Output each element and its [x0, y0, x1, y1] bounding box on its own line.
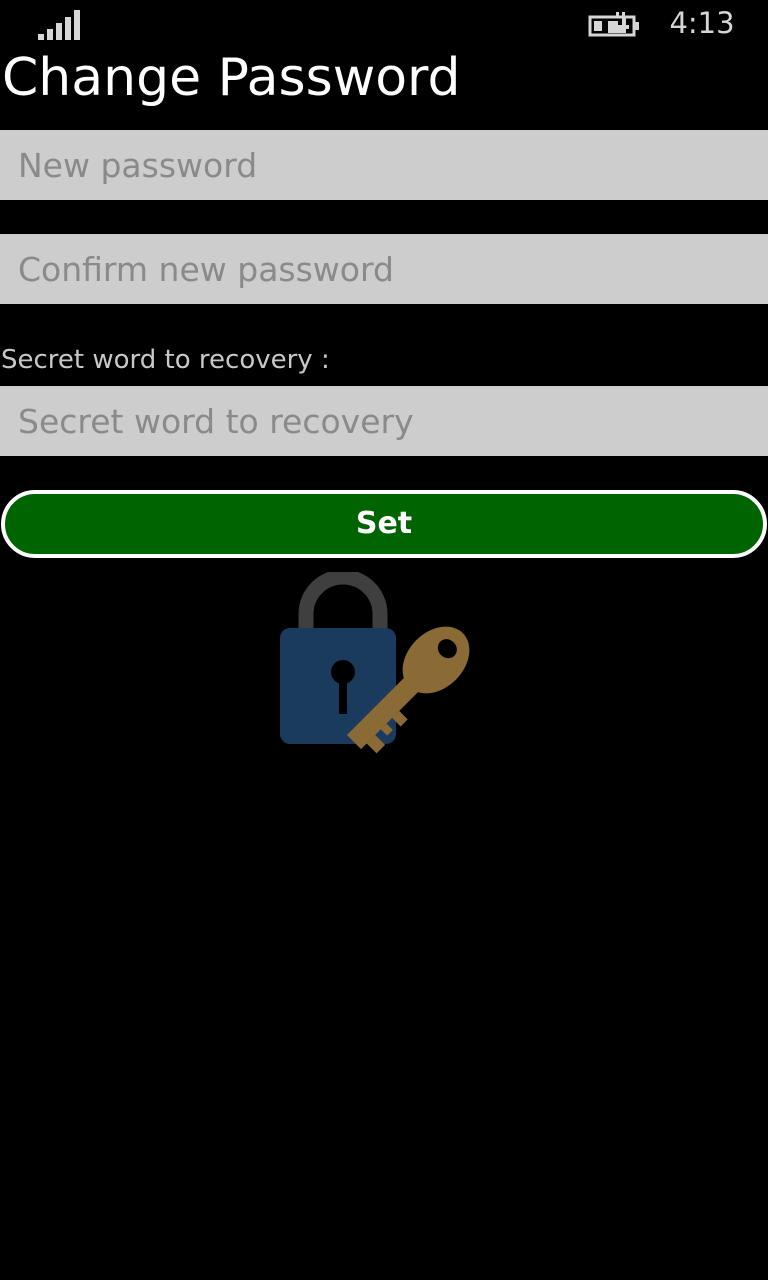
status-bar: 4:13: [0, 0, 768, 50]
secret-word-label: Secret word to recovery :: [1, 345, 330, 375]
battery-charging-icon: [588, 12, 639, 37]
page-title: Change Password: [2, 48, 461, 108]
secret-word-input[interactable]: [0, 386, 768, 456]
lock-and-key-icon: [280, 572, 470, 754]
status-clock: 4:13: [669, 6, 735, 40]
set-button[interactable]: Set: [1, 490, 767, 558]
confirm-password-input[interactable]: [0, 234, 768, 304]
new-password-input[interactable]: [0, 130, 768, 200]
signal-strength-icon: [38, 10, 80, 40]
